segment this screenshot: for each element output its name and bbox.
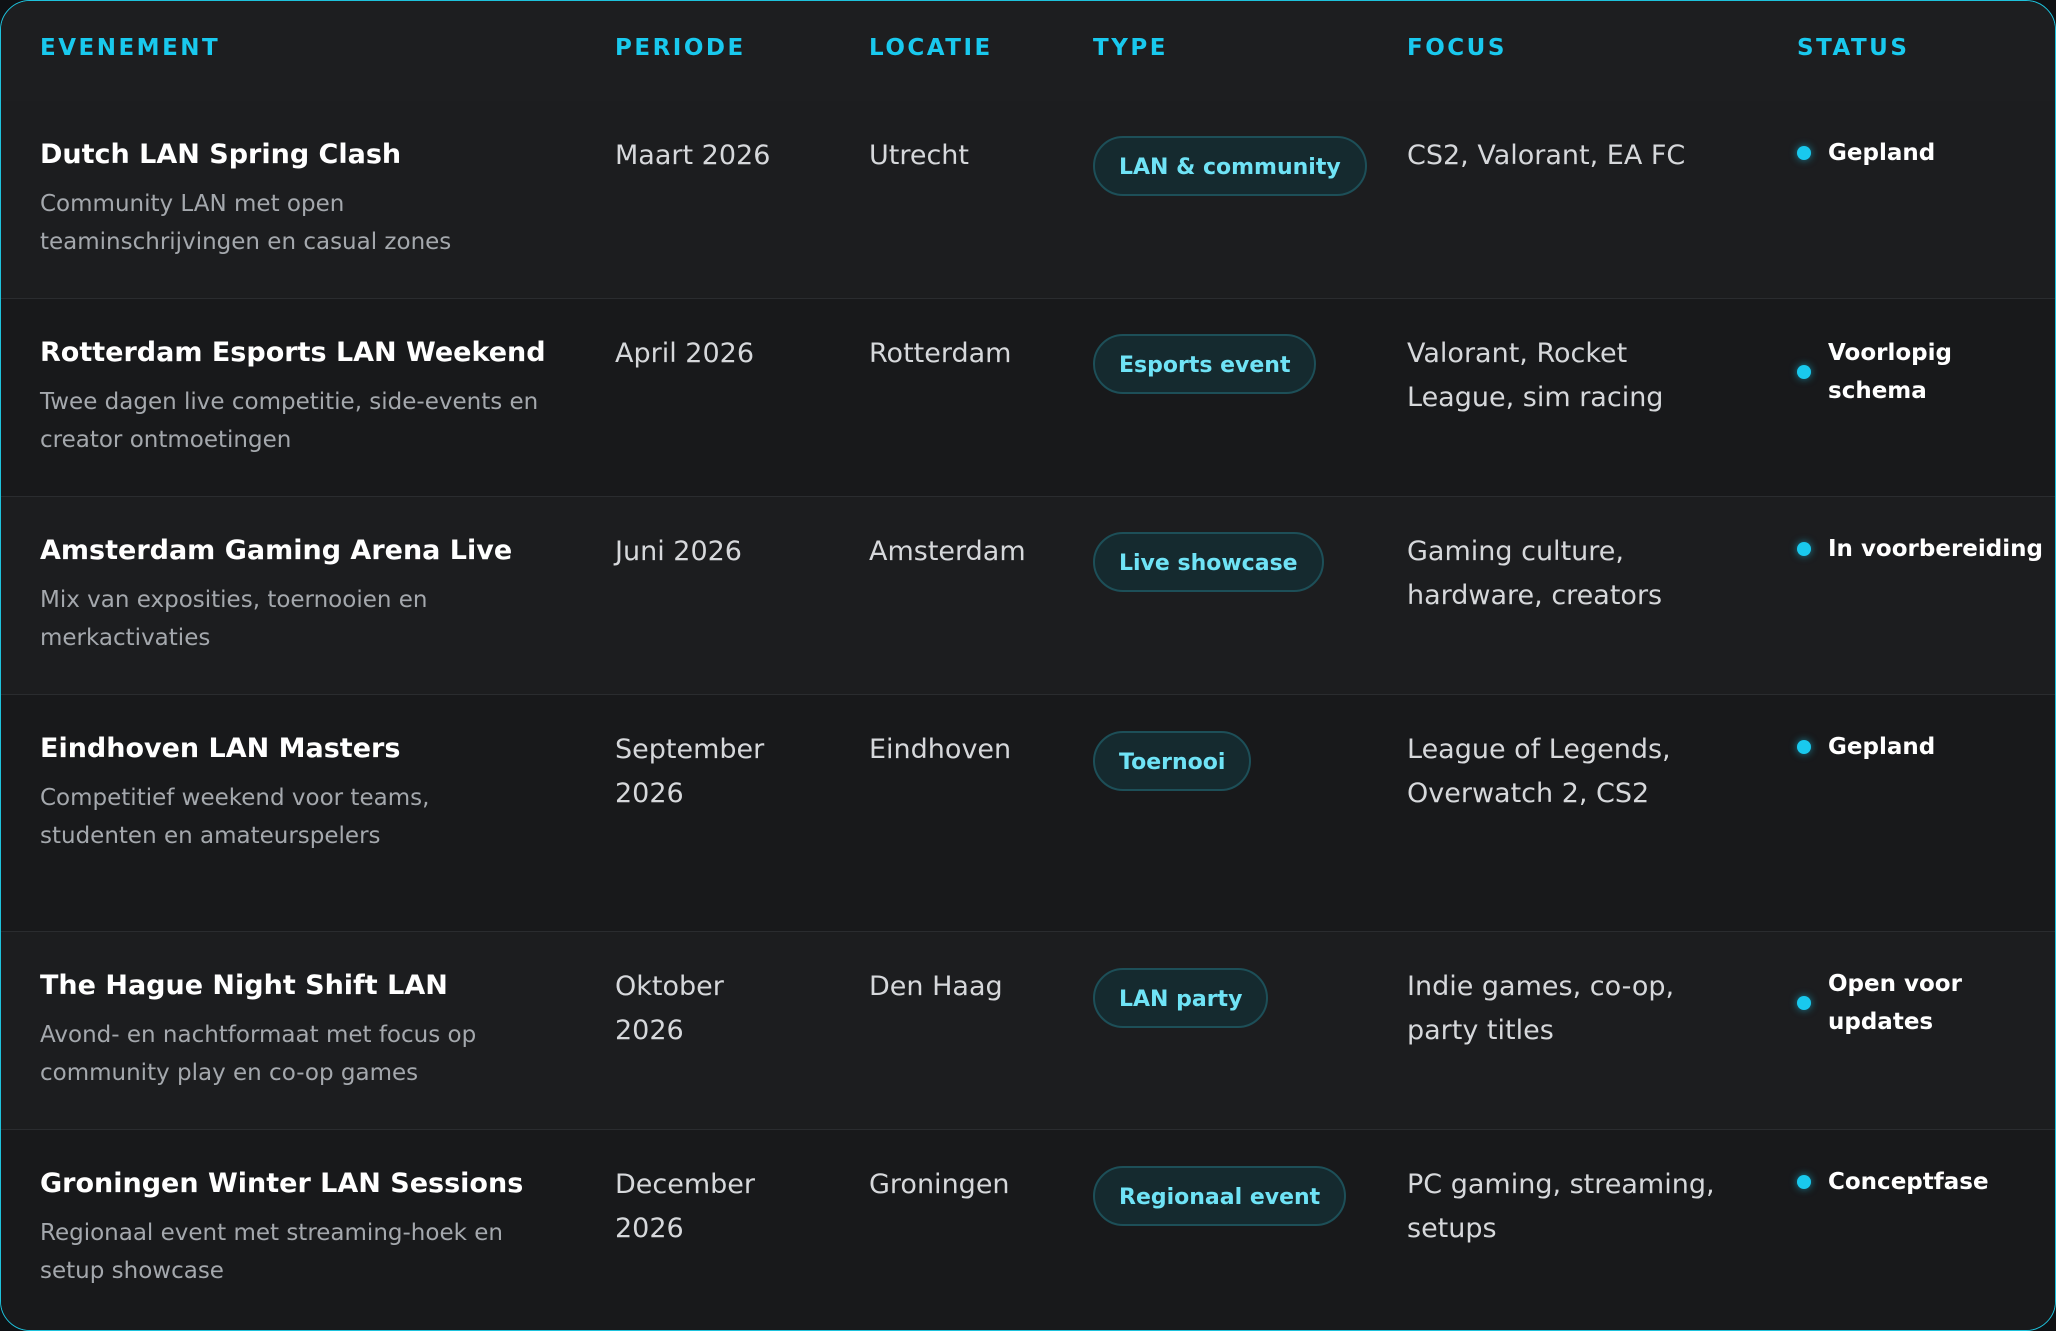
event-focus: Valorant, Rocket League, sim racing (1407, 338, 1664, 413)
event-period: September 2026 (615, 734, 765, 809)
column-header-event[interactable]: EVENEMENT (40, 35, 220, 61)
event-title: Amsterdam Gaming Arena Live (40, 535, 513, 566)
event-location: Groningen (869, 1169, 1010, 1200)
event-type-badge: LAN & community (1093, 136, 1367, 196)
event-focus: Indie games, co-op, party titles (1407, 971, 1675, 1046)
table-row[interactable]: The Hague Night Shift LAN Avond- en nach… (1, 932, 2055, 1130)
status-badge: Conceptfase (1797, 1163, 2037, 1243)
event-type-badge: Regionaal event (1093, 1166, 1347, 1226)
event-period: December 2026 (615, 1169, 756, 1244)
event-title: The Hague Night Shift LAN (40, 970, 448, 1001)
status-badge: Open voor updates (1797, 965, 2037, 1045)
event-title: Rotterdam Esports LAN Weekend (40, 337, 546, 368)
event-period: Oktober 2026 (615, 971, 724, 1046)
status-label: In voorbereiding (1828, 536, 2043, 562)
status-label: Open voor updates (1828, 971, 1962, 1035)
status-dot-icon (1797, 740, 1811, 754)
status-dot-icon (1797, 146, 1811, 160)
event-title: Groningen Winter LAN Sessions (40, 1168, 524, 1199)
status-label: Gepland (1828, 734, 1936, 760)
status-dot-icon (1797, 1175, 1811, 1189)
event-location: Eindhoven (869, 734, 1012, 765)
event-location: Amsterdam (869, 536, 1026, 567)
event-description: Competitief weekend voor teams, studente… (40, 785, 430, 849)
event-location: Utrecht (869, 140, 970, 171)
status-label: Conceptfase (1828, 1169, 1989, 1195)
table-row[interactable]: Eindhoven LAN Masters Competitief weeken… (1, 695, 2055, 932)
column-header-location[interactable]: LOCATIE (869, 35, 993, 61)
status-badge: In voorbereiding (1797, 530, 2043, 610)
event-description: Mix van exposities, toernooien en merkac… (40, 587, 428, 651)
event-focus: CS2, Valorant, EA FC (1407, 140, 1686, 171)
status-dot-icon (1797, 365, 1811, 379)
event-location: Rotterdam (869, 338, 1012, 369)
table-row[interactable]: Groningen Winter LAN Sessions Regionaal … (1, 1130, 2055, 1330)
status-dot-icon (1797, 996, 1811, 1010)
event-title: Eindhoven LAN Masters (40, 733, 401, 764)
event-description: Regionaal event met streaming-hoek en se… (40, 1220, 503, 1284)
event-type-badge: Live showcase (1093, 532, 1324, 592)
event-description: Twee dagen live competitie, side-events … (40, 389, 539, 453)
table-row[interactable]: Dutch LAN Spring Clash Community LAN met… (1, 101, 2055, 299)
status-label: Voorlopig schema (1828, 340, 1952, 404)
event-focus: PC gaming, streaming, setups (1407, 1169, 1715, 1244)
event-period: April 2026 (615, 338, 755, 369)
table-row[interactable]: Amsterdam Gaming Arena Live Mix van expo… (1, 497, 2055, 695)
event-location: Den Haag (869, 971, 1003, 1002)
table-header: EVENEMENT PERIODE LOCATIE TYPE FOCUS STA… (1, 1, 2055, 102)
status-badge: Gepland (1797, 728, 2037, 808)
column-header-status[interactable]: STATUS (1797, 35, 1909, 61)
event-description: Community LAN met open teaminschrijvinge… (40, 191, 452, 255)
column-header-focus[interactable]: FOCUS (1407, 35, 1507, 61)
status-dot-icon (1797, 542, 1811, 556)
event-focus: Gaming culture, hardware, creators (1407, 536, 1663, 611)
event-description: Avond- en nachtformaat met focus op comm… (40, 1022, 477, 1086)
table-row[interactable]: Rotterdam Esports LAN Weekend Twee dagen… (1, 299, 2055, 497)
event-type-badge: Esports event (1093, 334, 1317, 394)
event-period: Maart 2026 (615, 140, 771, 171)
status-label: Gepland (1828, 140, 1936, 166)
column-header-type[interactable]: TYPE (1093, 35, 1168, 61)
status-badge: Voorlopig schema (1797, 334, 2037, 414)
event-period: Juni 2026 (615, 536, 742, 567)
column-header-period[interactable]: PERIODE (615, 35, 746, 61)
event-type-badge: Toernooi (1093, 731, 1252, 791)
event-focus: League of Legends, Overwatch 2, CS2 (1407, 734, 1671, 809)
status-badge: Gepland (1797, 134, 2037, 214)
events-table: EVENEMENT PERIODE LOCATIE TYPE FOCUS STA… (0, 0, 2056, 1331)
event-title: Dutch LAN Spring Clash (40, 139, 402, 170)
event-type-badge: LAN party (1093, 968, 1269, 1028)
